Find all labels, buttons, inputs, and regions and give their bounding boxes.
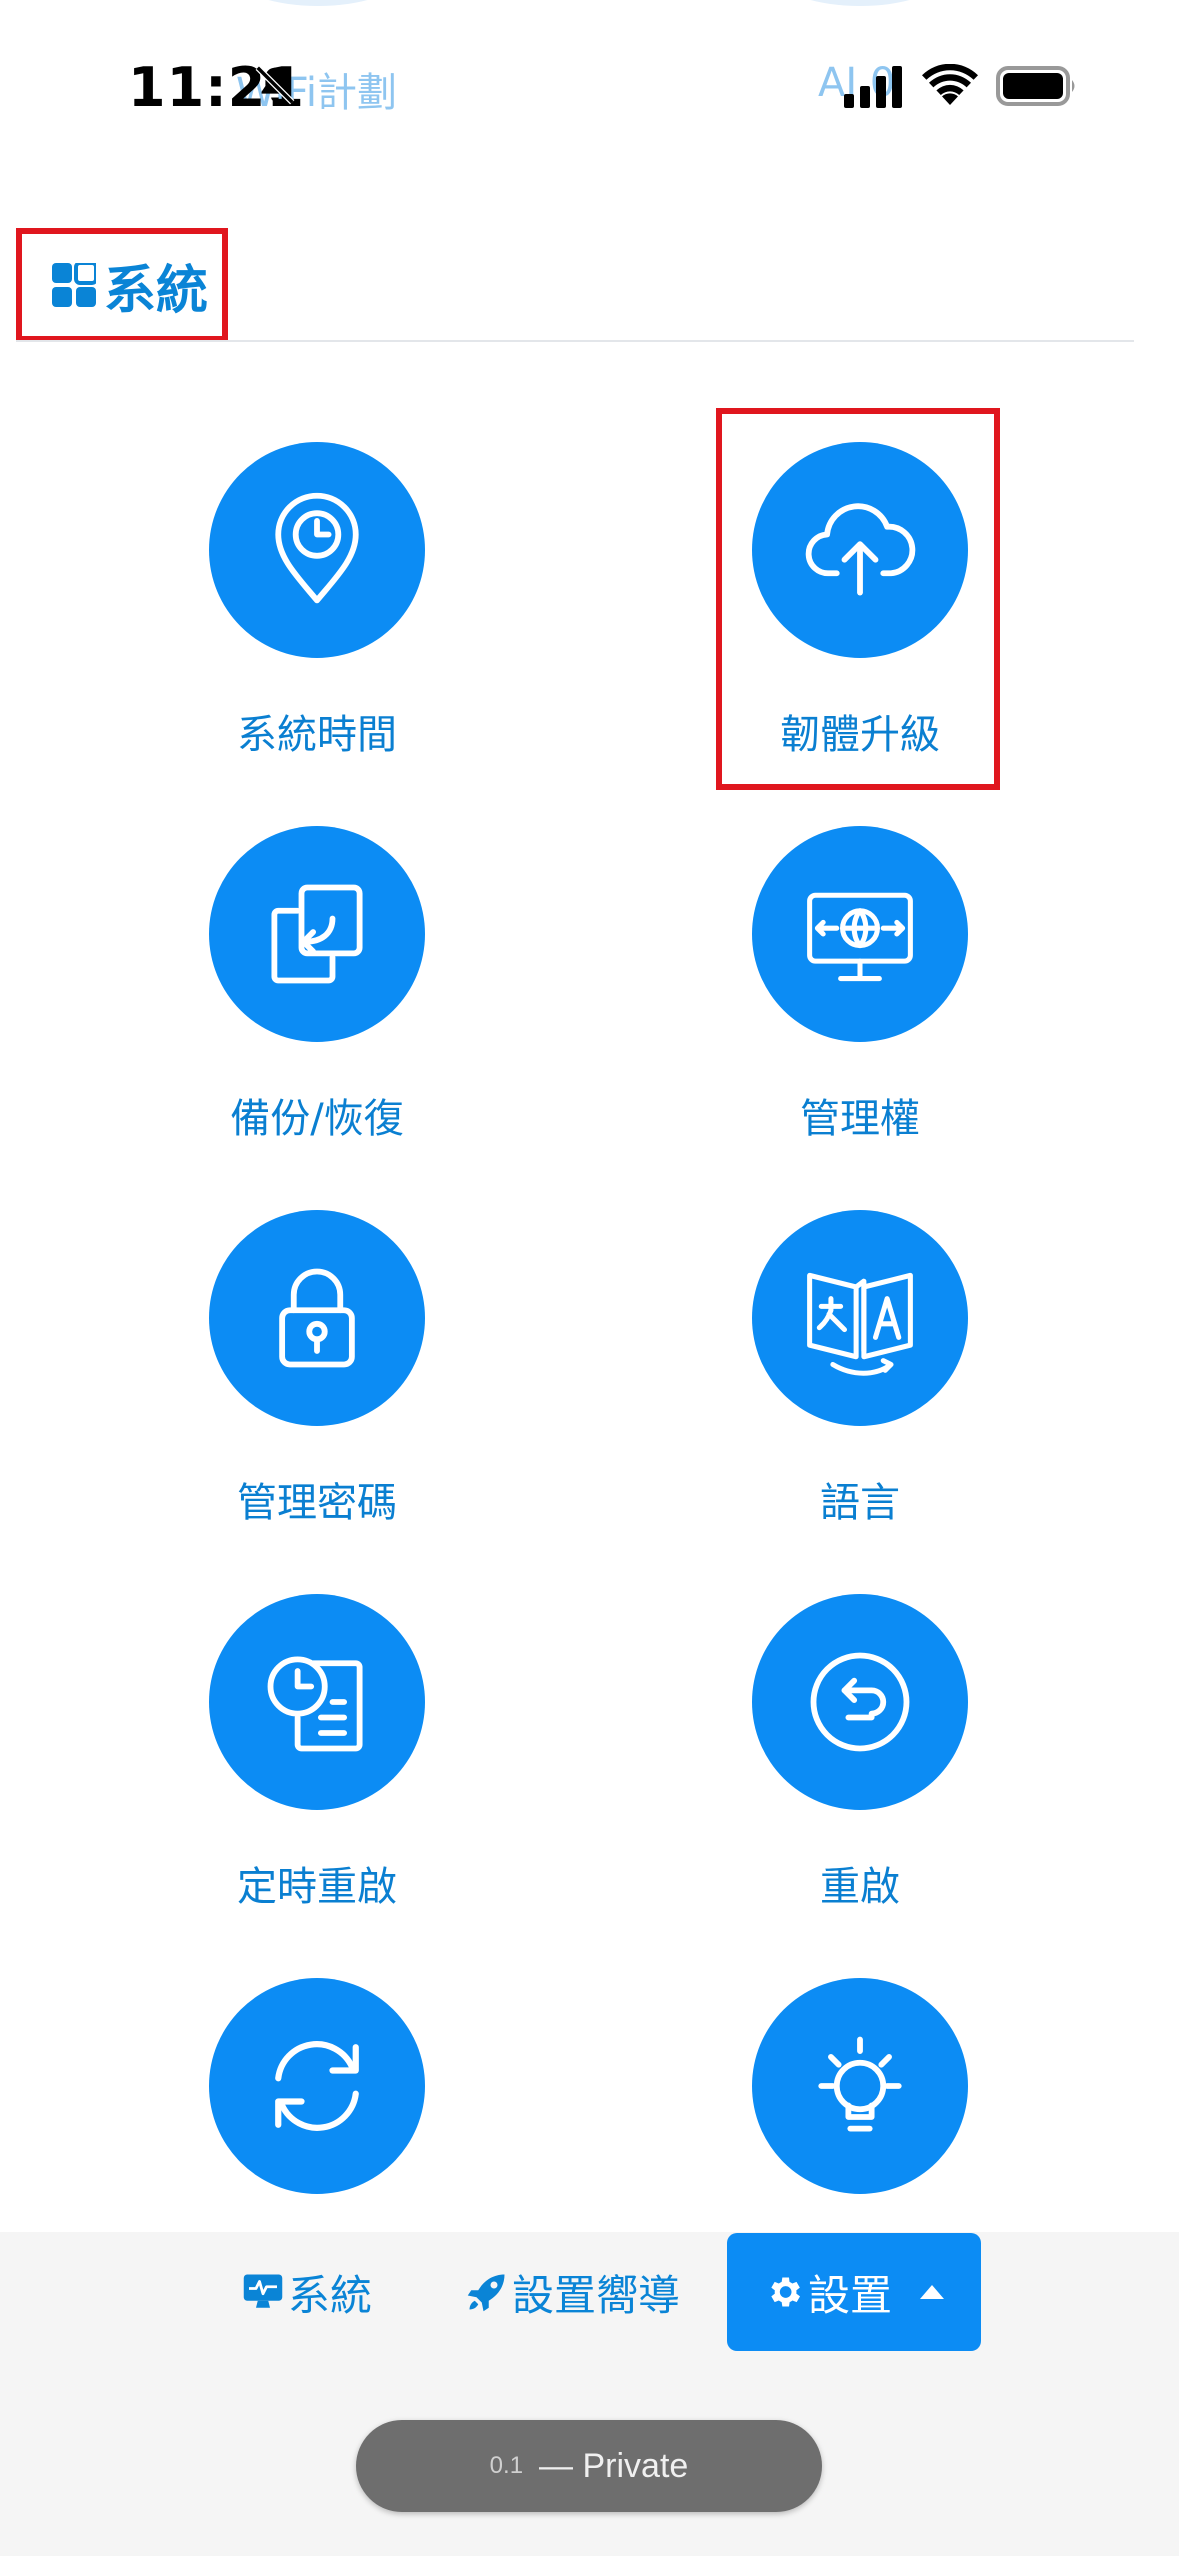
tile-backup-restore[interactable]: 備份/恢復 <box>147 826 487 1156</box>
translate-icon <box>807 1272 913 1376</box>
tile-icon-circle <box>752 442 968 658</box>
nav-system-label: 系統 <box>288 2270 373 2320</box>
nav-system-button[interactable]: 系統 <box>242 2232 372 2352</box>
divider <box>16 340 1134 342</box>
tile-admin-access[interactable]: 管理權 <box>690 826 1030 1156</box>
private-mode-label: — Private <box>539 2446 689 2485</box>
tile-label: 備份/恢復 <box>230 1096 404 1142</box>
tile-reboot[interactable]: 重啟 <box>690 1594 1030 1924</box>
tile-label: 重啟 <box>820 1864 900 1910</box>
tile-icon-circle <box>752 1978 968 2194</box>
monitor-globe-icon <box>807 892 913 982</box>
refresh-icon <box>275 2041 359 2131</box>
tile-admin-password[interactable]: 管理密碼 <box>147 1210 487 1540</box>
cellular-signal-icon <box>844 66 902 108</box>
tile-label: 管理權 <box>800 1096 920 1142</box>
url-fragment: 0.1 <box>489 2452 524 2479</box>
tile-language[interactable]: 語言 <box>690 1210 1030 1540</box>
backup-restore-icon <box>271 884 363 984</box>
bell-slash-icon <box>255 65 295 105</box>
status-bar: WiFi計劃 AI.0 11:21 <box>0 0 1179 170</box>
tile-refresh[interactable] <box>147 1978 487 2194</box>
tile-label: 系統時間 <box>237 712 397 758</box>
tile-icon-circle <box>209 1978 425 2194</box>
tile-system-time[interactable]: 系統時間 <box>147 442 487 772</box>
tile-icon-circle <box>209 1594 425 1810</box>
browser-address-pill[interactable]: 0.1 — Private <box>356 2420 822 2512</box>
wifi-icon <box>922 64 978 105</box>
caret-up-icon <box>920 2285 944 2299</box>
tile-icon-circle <box>752 1594 968 1810</box>
section-header: 系統 <box>16 228 228 342</box>
tile-icon-circle <box>209 442 425 658</box>
cloud-upload-icon <box>805 503 916 596</box>
tile-label: 管理密碼 <box>237 1480 397 1526</box>
tile-led[interactable] <box>690 1978 1030 2194</box>
nav-settings-label: 設置 <box>807 2270 892 2320</box>
tile-label: 定時重啟 <box>237 1864 397 1910</box>
tile-scheduled-reboot[interactable]: 定時重啟 <box>147 1594 487 1924</box>
map-pin-clock-icon <box>275 492 359 604</box>
tile-icon-circle <box>209 826 425 1042</box>
tile-label: 語言 <box>820 1480 900 1526</box>
nav-wizard-button[interactable]: 設置嚮導 <box>466 2232 680 2352</box>
monitor-pulse-icon <box>243 2274 283 2308</box>
nav-wizard-label: 設置嚮導 <box>512 2270 681 2320</box>
tile-label: 韌體升級 <box>780 712 940 758</box>
tile-icon-circle <box>752 1210 968 1426</box>
gear-icon <box>771 2277 800 2307</box>
battery-icon <box>996 66 1075 106</box>
section-title: 系統 <box>104 260 209 321</box>
tile-firmware-upgrade[interactable]: 韌體升級 <box>690 442 1030 772</box>
tile-icon-circle <box>752 826 968 1042</box>
nav-settings-button[interactable]: 設置 <box>727 2233 981 2351</box>
padlock-icon <box>279 1268 355 1368</box>
reboot-icon <box>810 1652 910 1752</box>
scheduled-reboot-icon <box>267 1656 363 1752</box>
grid-icon <box>52 263 96 307</box>
tile-icon-circle <box>209 1210 425 1426</box>
rocket-icon <box>467 2274 505 2312</box>
lightbulb-icon <box>818 2036 902 2132</box>
